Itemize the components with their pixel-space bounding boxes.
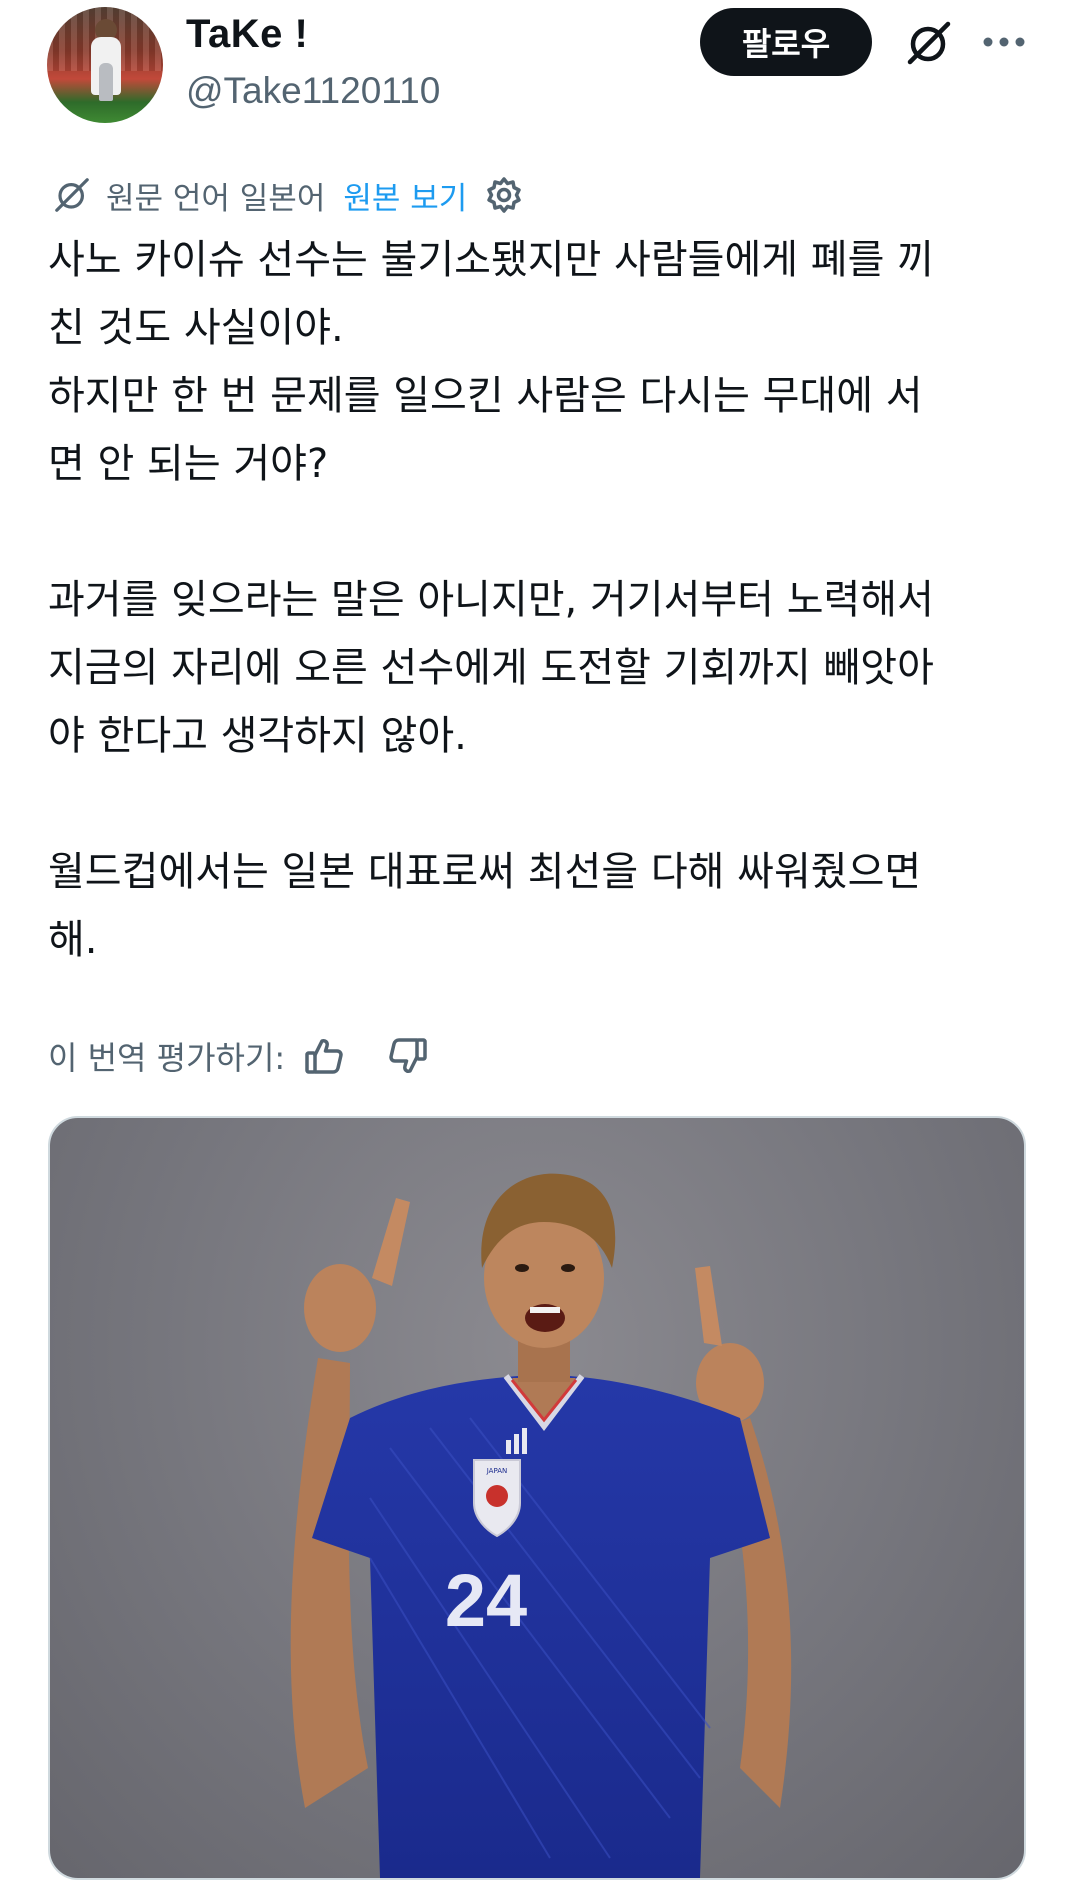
avatar-trophy: [99, 63, 113, 101]
tweet-line: 친 것도 사실이야.: [48, 305, 344, 351]
grok-translate-icon: [50, 173, 94, 217]
more-icon[interactable]: [977, 22, 1031, 62]
avatar[interactable]: [47, 7, 163, 123]
thumbs-up-icon[interactable]: [297, 1029, 351, 1083]
gear-icon[interactable]: [481, 172, 527, 218]
thumbs-down-icon[interactable]: [381, 1029, 435, 1083]
post-image[interactable]: JAPAN 24: [48, 1116, 1026, 1880]
tweet-line: 면 안 되는 거야?: [48, 441, 329, 487]
user-handle[interactable]: @Take1120110: [186, 70, 440, 112]
tweet-line: 하지만 한 번 문제를 일으킨 사람은 다시는 무대에 서: [48, 373, 923, 419]
tweet-line: 사노 카이슈 선수는 불기소됐지만 사람들에게 폐를 끼: [48, 237, 934, 283]
badge-text: JAPAN: [486, 1467, 508, 1475]
translation-rating: 이 번역 평가하기:: [48, 1028, 435, 1084]
tweet-line: 해.: [48, 917, 98, 963]
tweet-line: 지금의 자리에 오른 선수에게 도전할 기회까지 빼앗아: [48, 645, 934, 691]
tweet-line: 월드컵에서는 일본 대표로써 최선을 다해 싸워줬으면: [48, 849, 922, 895]
grok-icon[interactable]: [902, 16, 956, 70]
show-original-link[interactable]: 원본 보기: [343, 173, 467, 218]
post-header: TaKe ! @Take1120110 팔로우: [0, 0, 1080, 130]
translation-source-language: 원문 언어 일본어: [106, 180, 326, 217]
translation-bar: 원문 언어 일본어 원본 보기: [50, 172, 527, 218]
tweet-line: 야 한다고 생각하지 않아.: [48, 713, 467, 759]
follow-button[interactable]: 팔로우: [700, 8, 872, 76]
jersey-number: 24: [445, 1559, 527, 1642]
tweet-line: 과거를 잊으라는 말은 아니지만, 거기서부터 노력해서: [48, 577, 934, 623]
tweet-text: 사노 카이슈 선수는 불기소됐지만 사람들에게 폐를 끼 친 것도 사실이야. …: [48, 226, 1038, 974]
rate-translation-label: 이 번역 평가하기:: [48, 1039, 286, 1077]
display-name[interactable]: TaKe !: [186, 12, 308, 57]
